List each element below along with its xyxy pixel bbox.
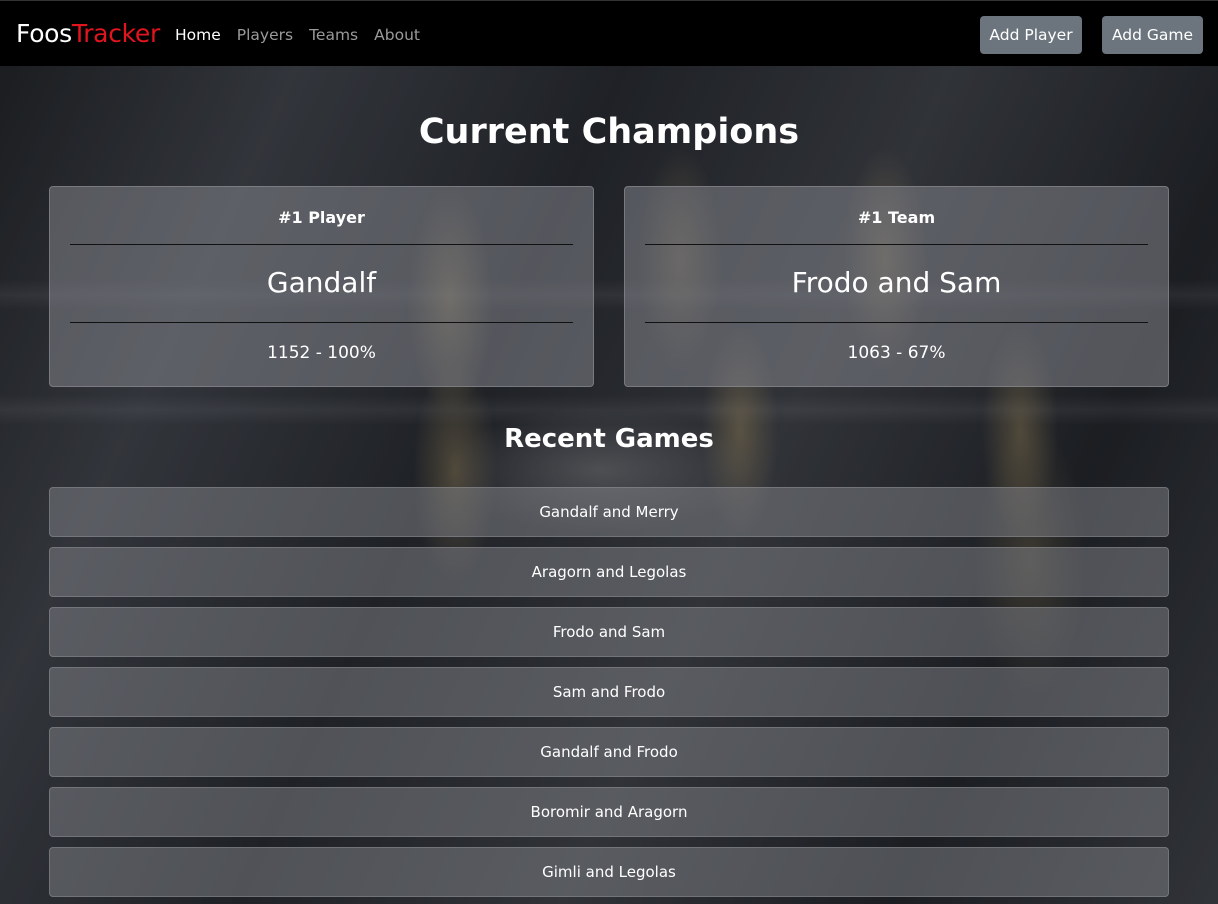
list-item[interactable]: Frodo and Sam [49, 607, 1169, 657]
brand-second: Tracker [71, 19, 160, 48]
list-item[interactable]: Boromir and Aragorn [49, 787, 1169, 837]
add-game-button[interactable]: Add Game [1102, 16, 1203, 54]
nav-link-players[interactable]: Players [237, 25, 293, 45]
recent-games-list: Gandalf and Merry Aragorn and Legolas Fr… [49, 487, 1169, 904]
navbar: FoosTracker Home Players Teams About Add… [0, 0, 1218, 66]
champion-stat: 1063 - 67% [847, 343, 946, 363]
card-label: #1 Team [857, 208, 936, 227]
brand-first: Foos [16, 19, 72, 48]
page-title: Current Champions [418, 112, 800, 152]
brand-logo[interactable]: FoosTracker [16, 19, 160, 49]
nav-links: Home Players Teams About [175, 25, 436, 45]
list-item[interactable]: Gandalf and Merry [49, 487, 1169, 537]
add-player-button[interactable]: Add Player [980, 16, 1082, 54]
main-content: Current Champions #1 Player Gandalf 1152… [0, 66, 1218, 904]
list-item[interactable]: Aragorn and Legolas [49, 547, 1169, 597]
divider [70, 322, 573, 323]
top-player-card: #1 Player Gandalf 1152 - 100% [49, 186, 594, 387]
list-item[interactable]: Sam and Frodo [49, 667, 1169, 717]
divider [645, 244, 1148, 245]
list-item[interactable]: Gimli and Legolas [49, 847, 1169, 897]
champion-stat: 1152 - 100% [267, 343, 376, 363]
nav-link-home[interactable]: Home [175, 25, 221, 45]
divider [70, 244, 573, 245]
list-item[interactable]: Gandalf and Frodo [49, 727, 1169, 777]
champion-name: Frodo and Sam [791, 266, 1002, 299]
nav-link-about[interactable]: About [374, 25, 420, 45]
divider [645, 322, 1148, 323]
nav-link-teams[interactable]: Teams [309, 25, 358, 45]
top-team-card: #1 Team Frodo and Sam 1063 - 67% [624, 186, 1169, 387]
section-title: Recent Games [504, 424, 714, 454]
card-label: #1 Player [278, 208, 365, 227]
champion-name: Gandalf [266, 266, 377, 299]
